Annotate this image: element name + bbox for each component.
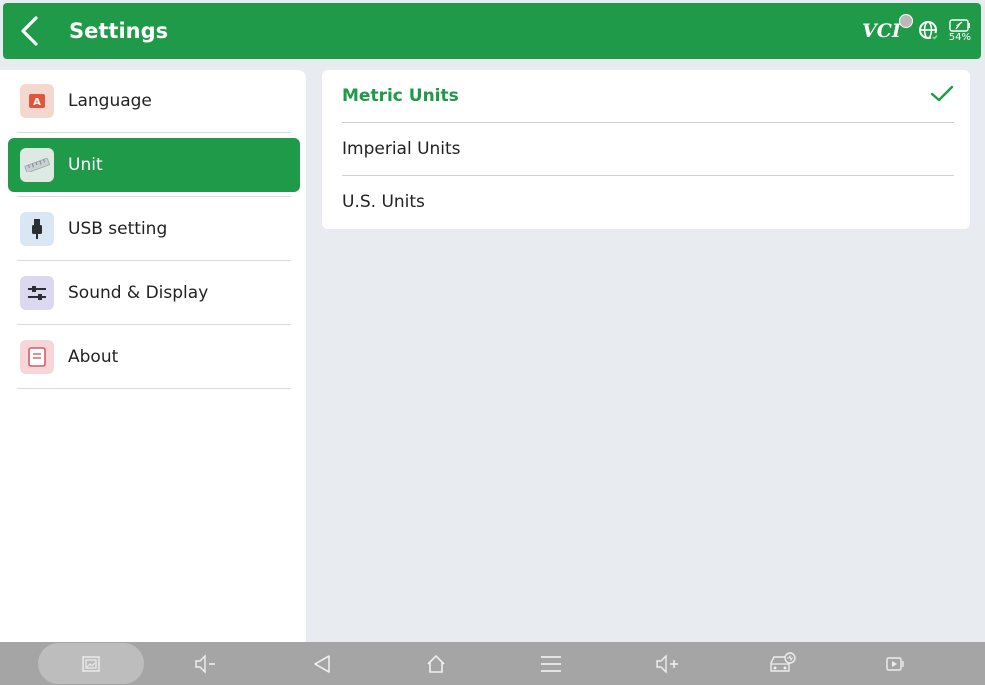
back-button[interactable]: [3, 3, 55, 59]
volume-up-icon: [656, 653, 678, 674]
option-label: Metric Units: [342, 86, 459, 106]
language-icon: A: [20, 84, 54, 118]
divider: [17, 324, 291, 325]
vci-disconnected-icon: [898, 14, 913, 28]
divider: [17, 132, 291, 133]
screenshot-button[interactable]: [71, 642, 111, 685]
recent-apps-icon: [541, 655, 561, 672]
vehicle-diagnostics-button[interactable]: [762, 642, 802, 685]
bottom-nav-bar: [0, 642, 985, 685]
divider: [17, 260, 291, 261]
sidebar-item-language[interactable]: A Language: [8, 74, 300, 128]
checkmark-icon: [930, 85, 954, 102]
volume-up-button[interactable]: [648, 642, 688, 685]
battery-indicator: 54%: [949, 19, 971, 43]
sidebar-item-label: Language: [68, 91, 152, 111]
screen-record-icon: [886, 656, 904, 671]
option-label: U.S. Units: [342, 192, 425, 212]
home-icon: [427, 654, 445, 673]
ruler-icon: [20, 148, 54, 182]
svg-text:A: A: [33, 97, 41, 108]
screen-record-button[interactable]: [876, 642, 916, 685]
battery-percent: 54%: [948, 32, 971, 43]
vci-status[interactable]: VCI: [862, 14, 913, 42]
sidebar-item-label: Unit: [68, 155, 103, 175]
top-bar: Settings VCI 54%: [3, 3, 981, 59]
battery-icon: [949, 19, 970, 32]
vehicle-diagnostics-icon: [770, 651, 796, 672]
sidebar-item-usb-setting[interactable]: USB setting: [8, 202, 300, 256]
option-label: Imperial Units: [342, 139, 461, 159]
globe-icon[interactable]: [918, 20, 940, 42]
divider: [17, 388, 291, 389]
sliders-icon: [20, 276, 54, 310]
status-area: VCI 54%: [862, 13, 971, 49]
option-metric-units[interactable]: Metric Units: [342, 70, 954, 122]
sidebar-item-sound-display[interactable]: Sound & Display: [8, 266, 300, 320]
back-nav-button[interactable]: [302, 642, 342, 685]
unit-options-panel: Metric Units Imperial Units U.S. Units: [322, 70, 970, 229]
sidebar-item-label: Sound & Display: [68, 283, 209, 303]
vci-label: VCI: [862, 20, 901, 42]
sidebar-item-label: USB setting: [68, 219, 168, 239]
option-us-units[interactable]: U.S. Units: [342, 176, 954, 228]
screenshot-icon: [82, 655, 100, 672]
sidebar-item-about[interactable]: About: [8, 330, 300, 384]
chevron-left-icon: [21, 16, 38, 46]
sidebar-item-unit[interactable]: Unit: [8, 138, 300, 192]
divider: [17, 196, 291, 197]
document-icon: [20, 340, 54, 374]
settings-sidebar: A Language Unit USB setting Sound & Disp…: [0, 70, 306, 642]
back-triangle-icon: [314, 654, 330, 673]
volume-down-icon: [195, 653, 215, 674]
volume-down-button[interactable]: [187, 642, 227, 685]
usb-icon: [20, 212, 54, 246]
sidebar-item-label: About: [68, 347, 119, 367]
recent-apps-button[interactable]: [531, 642, 571, 685]
page-title: Settings: [69, 19, 169, 43]
home-nav-button[interactable]: [416, 642, 456, 685]
option-imperial-units[interactable]: Imperial Units: [342, 123, 954, 175]
